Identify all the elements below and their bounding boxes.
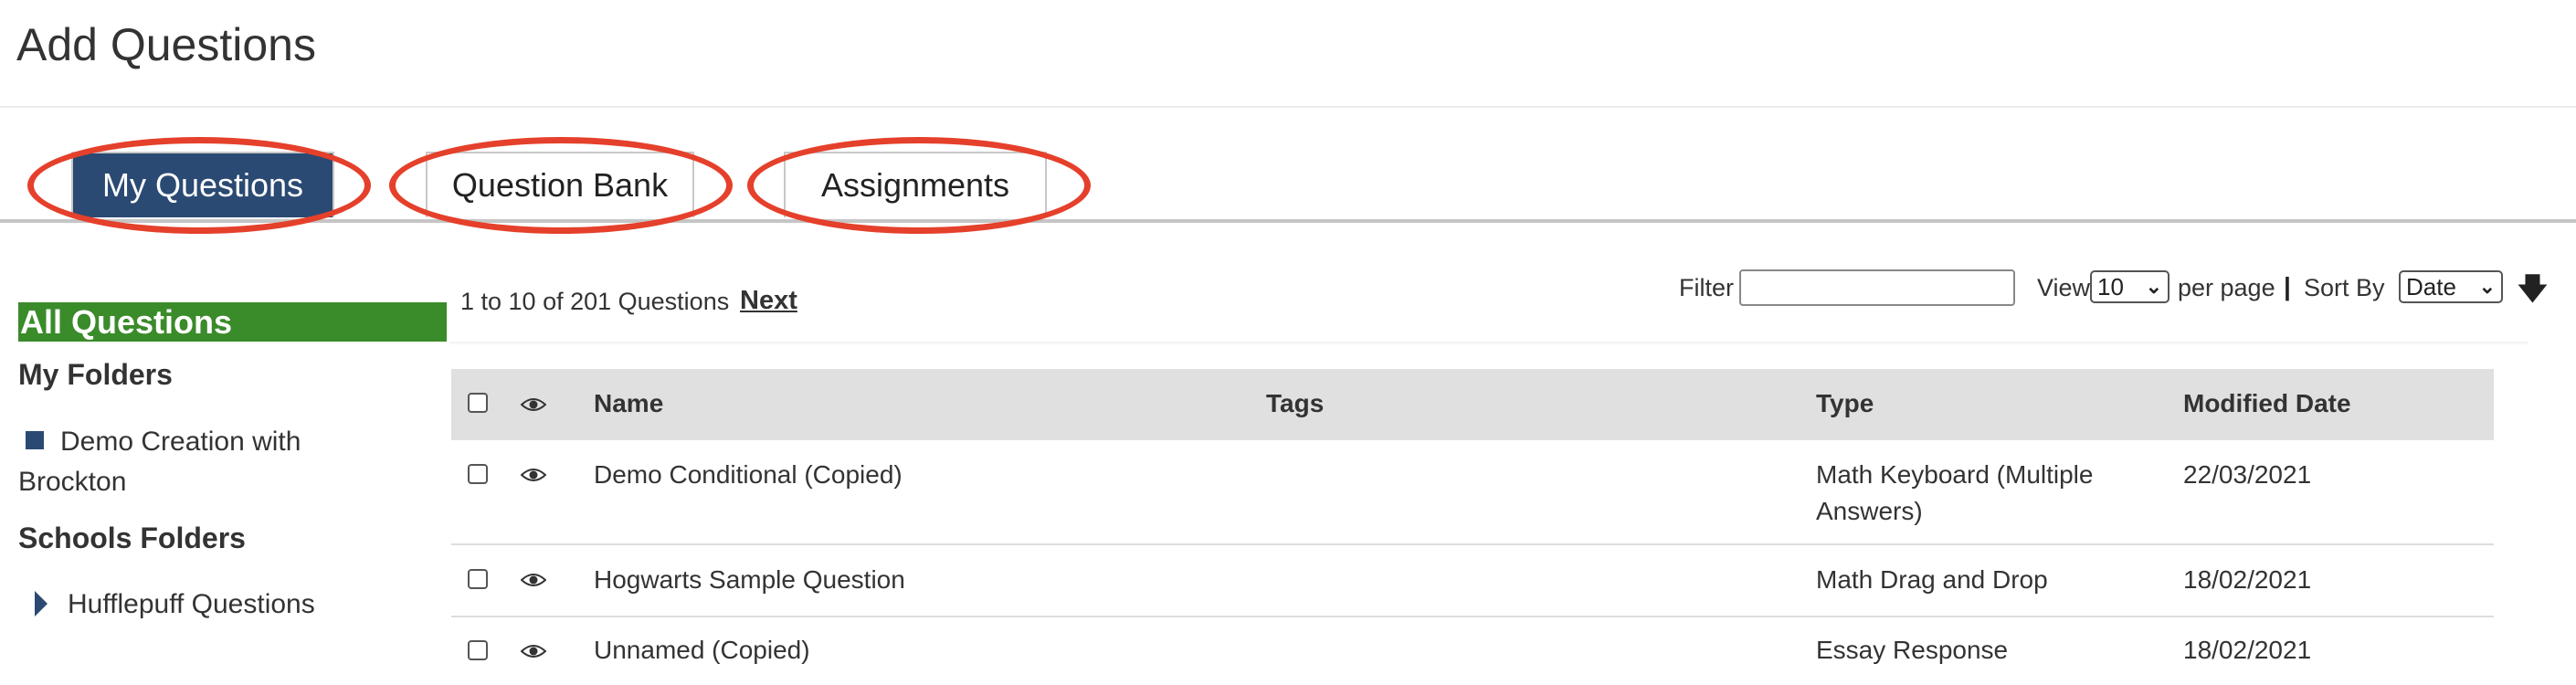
column-header-modified-date[interactable]: Modified Date (2183, 389, 2351, 418)
results-range-text: 1 to 10 of 201 Questions (460, 288, 730, 315)
eye-icon[interactable] (521, 467, 546, 483)
chevron-down-icon: ⌄ (2145, 275, 2162, 298)
tab-question-bank[interactable]: Question Bank (426, 152, 694, 217)
tab-my-questions[interactable]: My Questions (71, 152, 334, 217)
per-page-label: per page (2178, 274, 2275, 301)
folder-square-icon (26, 431, 44, 449)
per-page-select[interactable]: 10 ⌄ (2090, 270, 2170, 303)
row-name[interactable]: Hogwarts Sample Question (594, 562, 905, 598)
header-divider (0, 106, 2576, 108)
tab-bar-divider (0, 219, 2576, 223)
chevron-down-icon: ⌄ (2478, 275, 2496, 298)
filter-label: Filter (1679, 274, 1734, 301)
page-title: Add Questions (16, 19, 316, 70)
sidebar-heading-my-folders: My Folders (18, 358, 173, 391)
eye-icon (521, 398, 546, 411)
sidebar-item-hufflepuff[interactable]: Hufflepuff Questions (18, 585, 402, 625)
sidebar-item-label: Hufflepuff Questions (68, 589, 315, 619)
sidebar-all-questions[interactable]: All Questions (18, 302, 447, 342)
sidebar-item-label: Demo Creation with Brockton (18, 427, 301, 497)
row-divider (451, 543, 2494, 545)
column-header-type[interactable]: Type (1816, 389, 1874, 418)
row-divider (451, 616, 2494, 617)
toolbar-separator: | (2284, 272, 2291, 300)
sort-by-label: Sort By (2304, 274, 2385, 301)
row-type: Math Drag and Drop (1816, 565, 2048, 594)
select-all-checkbox[interactable] (468, 393, 488, 413)
row-modified-date: 22/03/2021 (2183, 460, 2312, 489)
sidebar-heading-schools-folders: Schools Folders (18, 522, 246, 554)
row-type: Essay Response (1816, 636, 2009, 664)
caret-right-icon (35, 591, 48, 616)
row-checkbox[interactable] (468, 569, 488, 589)
row-type: Math Keyboard (Multiple (1816, 460, 2094, 489)
row-modified-date: 18/02/2021 (2183, 636, 2312, 664)
sort-by-select[interactable]: Date ⌄ (2399, 270, 2503, 303)
row-checkbox[interactable] (468, 640, 488, 660)
next-page-link[interactable]: Next (740, 286, 797, 316)
toolbar-divider (449, 342, 2528, 345)
filter-input[interactable] (1739, 269, 2015, 306)
eye-icon[interactable] (521, 572, 546, 588)
arrow-down-icon[interactable]: 🡇 (2518, 269, 2548, 318)
column-header-tags[interactable]: Tags (1266, 389, 1324, 418)
row-name[interactable]: Demo Conditional (Copied) (594, 457, 903, 493)
sidebar-item-demo-creation[interactable]: Demo Creation with Brockton (18, 422, 402, 502)
row-checkbox[interactable] (468, 464, 488, 484)
per-page-select-value: 10 (2097, 273, 2124, 300)
tab-assignments[interactable]: Assignments (784, 152, 1047, 217)
eye-icon[interactable] (521, 643, 546, 659)
row-name[interactable]: Unnamed (Copied) (594, 632, 810, 669)
sort-by-select-value: Date (2406, 273, 2456, 300)
column-header-name[interactable]: Name (594, 389, 663, 418)
row-modified-date: 18/02/2021 (2183, 565, 2312, 594)
view-label: View (2037, 274, 2091, 301)
row-type-continued: Answers) (1816, 497, 1923, 525)
